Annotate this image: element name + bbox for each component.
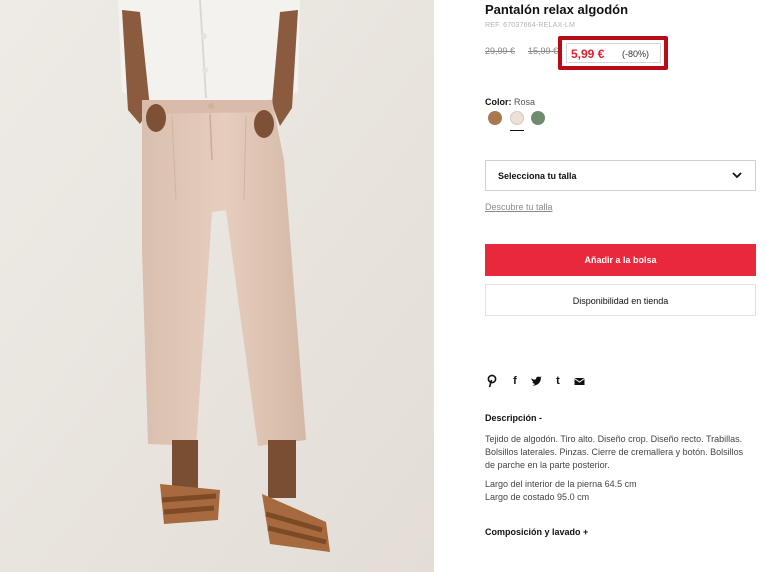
size-select-label: Selecciona tu talla [498,171,577,181]
tumblr-icon[interactable]: t [552,374,564,388]
swatch-rosa[interactable] [510,111,524,125]
selected-swatch-indicator [510,130,524,131]
product-info-panel: Pantalón relax algodón REF. 67037664-REL… [485,0,757,572]
twitter-icon[interactable] [530,374,542,388]
size-guide-link[interactable]: Descubre tu talla [485,202,553,212]
sale-price-highlight: 5,99 € (-80%) [558,36,668,70]
selected-color: Rosa [514,97,536,107]
product-photo-illustration [0,0,434,572]
share-icons: f t [487,374,597,388]
pinterest-icon[interactable] [487,374,499,388]
facebook-icon[interactable]: f [509,374,521,388]
description-text: Tejido de algodón. Tiro alto. Diseño cro… [485,434,744,470]
original-price: 29,99 € [485,46,516,56]
discount-badge: (-80%) [622,49,650,59]
store-availability-label: Disponibilidad en tienda [572,296,669,306]
composition-heading[interactable]: Composición y lavado + [485,527,588,537]
chevron-down-icon [732,172,742,179]
color-label-row: Color: Rosa [485,97,535,107]
product-title: Pantalón relax algodón [485,2,629,17]
side-length-measurement: Largo de costado 95.0 cm [485,492,590,502]
previous-price: 15,99 € [528,46,559,56]
sale-price: 5,99 € [571,47,605,61]
swatch-camel[interactable] [488,111,502,125]
store-availability-button[interactable]: Disponibilidad en tienda [485,284,756,316]
product-image[interactable] [0,0,434,572]
size-select[interactable]: Selecciona tu talla [485,160,756,191]
swatch-khaki[interactable] [531,111,545,125]
description-heading[interactable]: Descripción - [485,413,542,423]
inseam-measurement: Largo del interior de la pierna 64.5 cm [485,479,637,489]
add-to-bag-button[interactable]: Añadir a la bolsa [485,244,756,276]
color-swatches [488,111,558,133]
color-label: Color: [485,97,512,107]
add-to-bag-label: Añadir a la bolsa [584,255,657,265]
email-icon[interactable] [574,374,586,388]
product-reference: REF. 67037664-RELAX-LM [485,22,575,29]
